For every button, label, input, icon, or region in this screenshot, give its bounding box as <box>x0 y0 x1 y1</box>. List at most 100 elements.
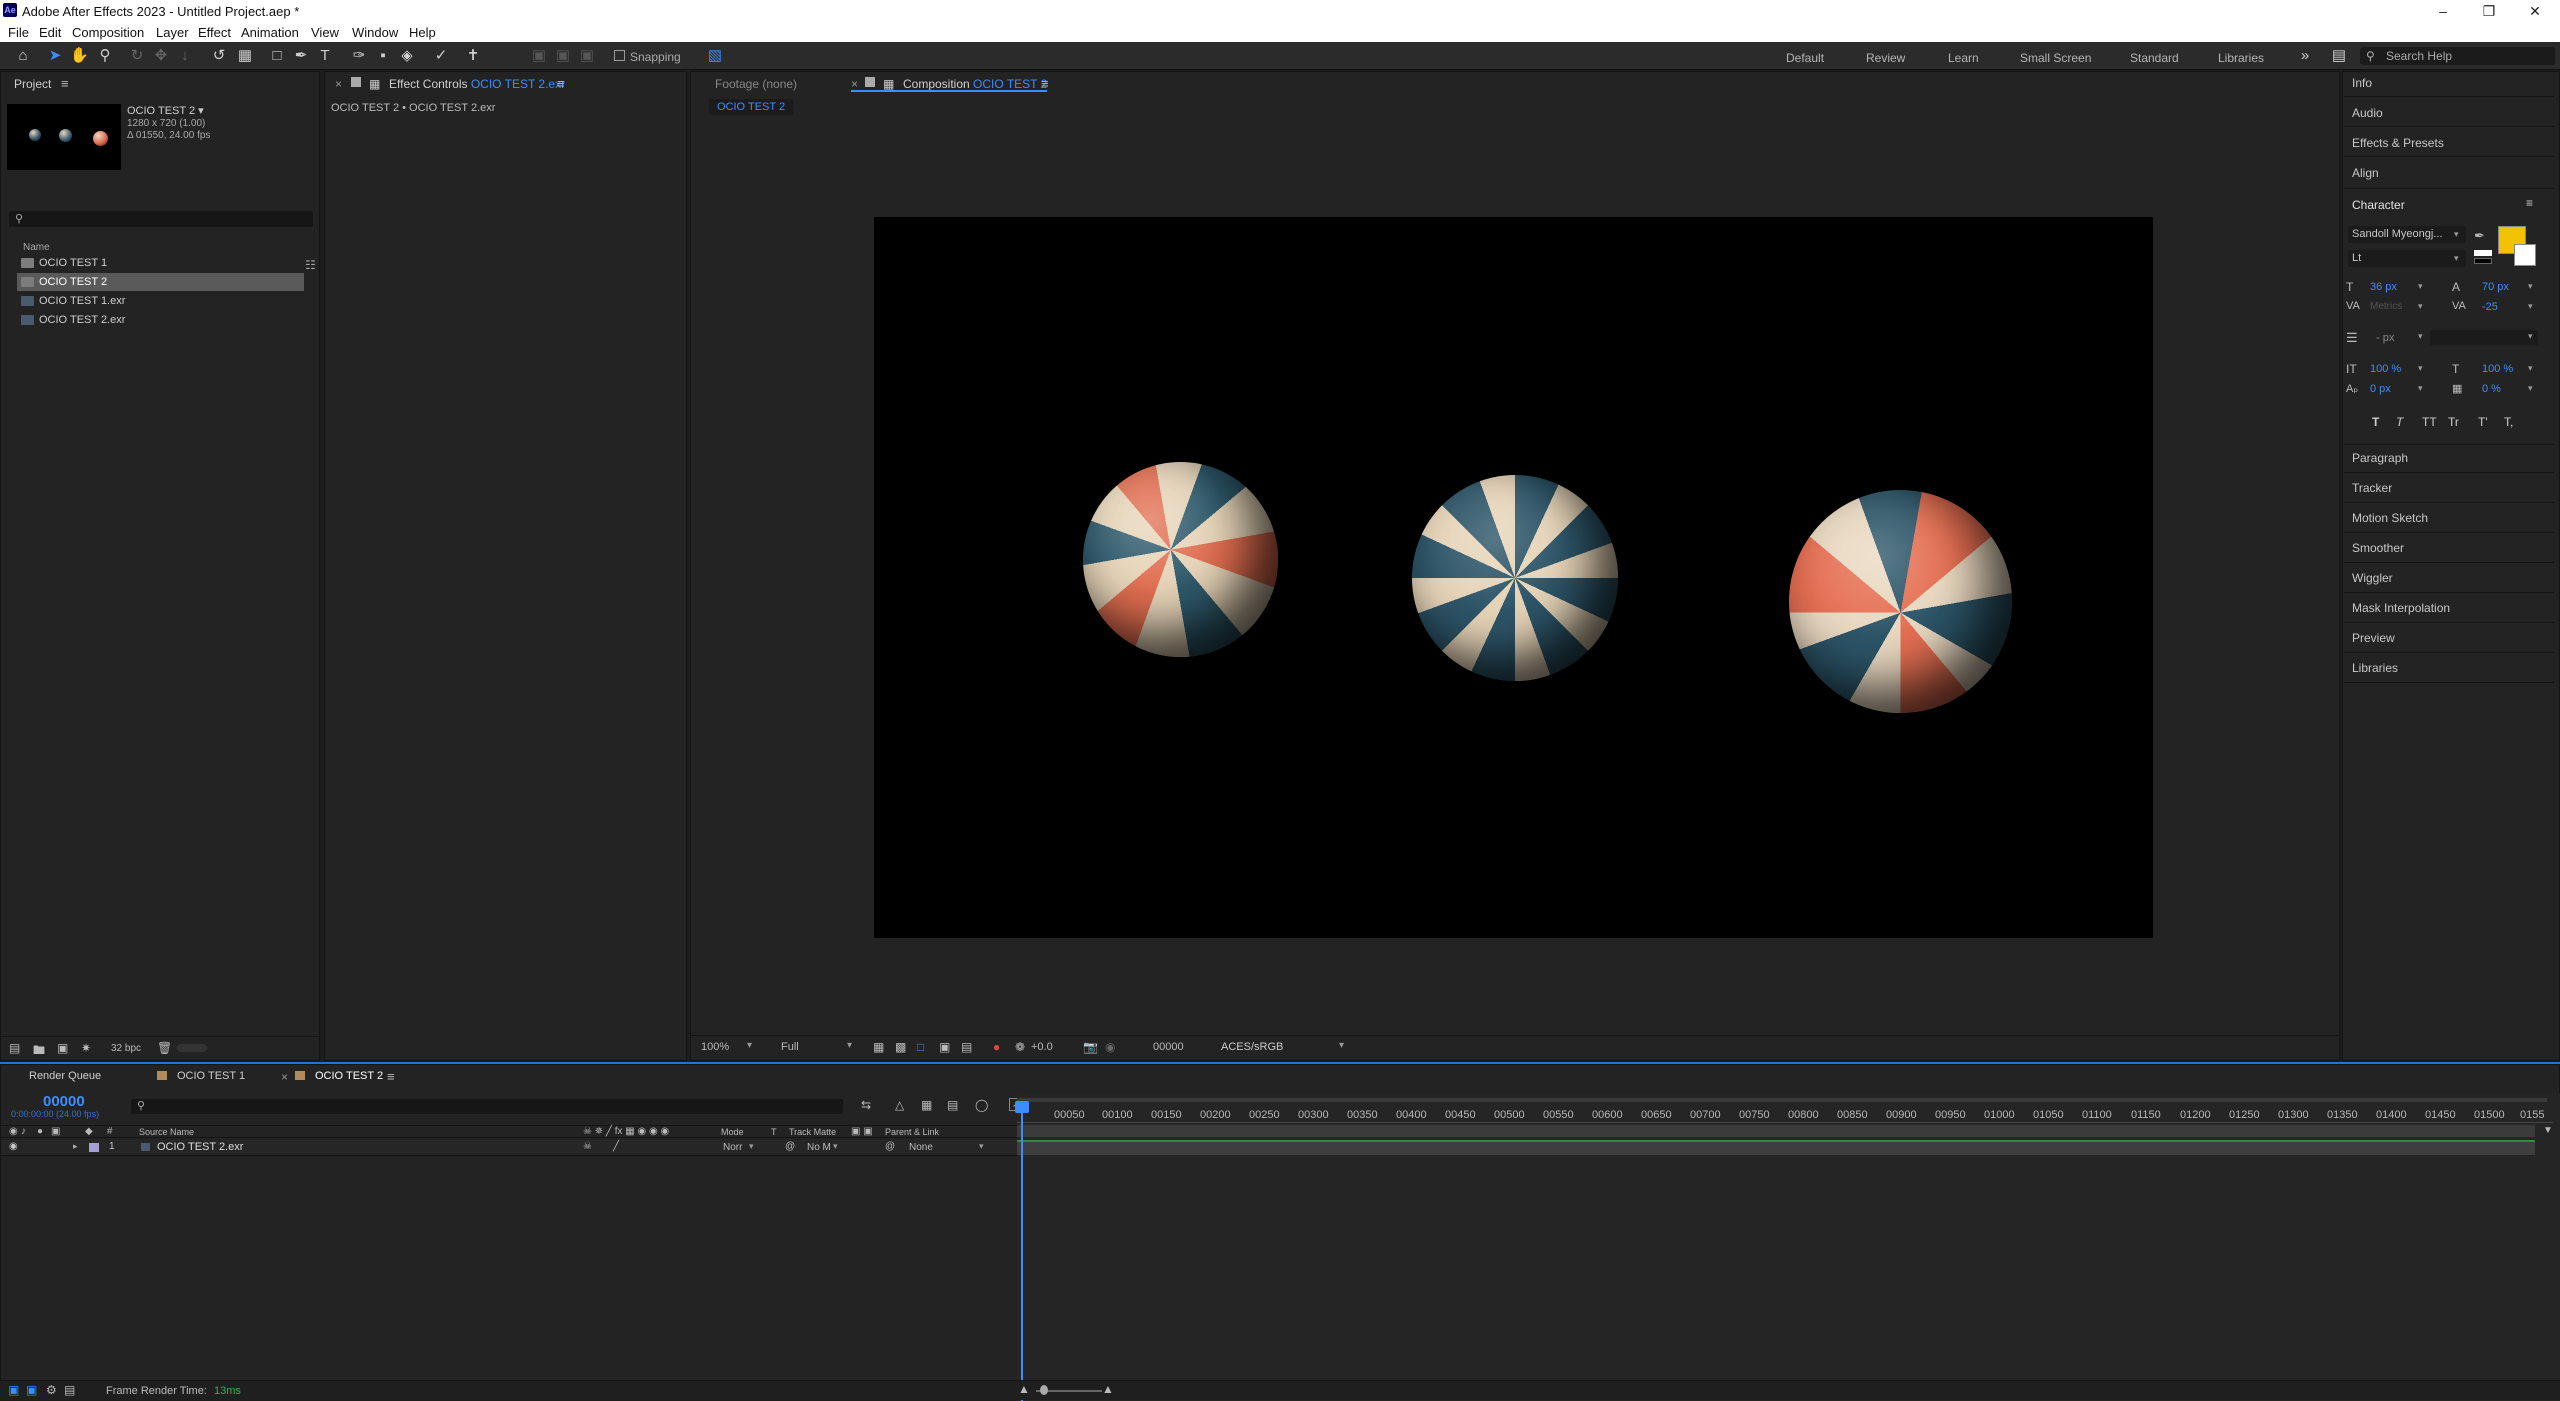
zoom-tool-icon[interactable]: ⚲ <box>96 47 114 65</box>
adjust-settings-icon[interactable]: ✷ <box>81 1041 91 1055</box>
tab-ocio-test-2[interactable]: OCIO TEST 2 <box>315 1070 383 1082</box>
viewer-timecode[interactable]: 00000 <box>1153 1041 1184 1053</box>
column-source-name[interactable]: Source Name <box>139 1127 194 1137</box>
bpc-indicator[interactable]: 32 bpc <box>111 1043 141 1054</box>
label-color-swatch[interactable] <box>89 1143 99 1152</box>
fast-previews-icon[interactable]: ▦ <box>873 1040 884 1054</box>
snap-options-icon[interactable]: ▧ <box>706 47 724 65</box>
all-caps-button[interactable]: TT <box>2422 415 2437 429</box>
zoom-out-icon[interactable]: ▲ <box>1018 1382 1030 1396</box>
tsume-value[interactable]: 0 % <box>2482 383 2501 395</box>
panel-menu-icon[interactable]: ≡ <box>1041 76 1049 91</box>
rotation-tool-icon[interactable]: ↺ <box>210 47 228 65</box>
stroke-width-value[interactable]: - px <box>2376 332 2394 344</box>
superscript-button[interactable]: T' <box>2478 415 2488 429</box>
lock-tab-icon[interactable] <box>351 77 361 87</box>
axis-world-icon[interactable]: ▣ <box>554 47 572 65</box>
zoom-dropdown[interactable]: 100% <box>701 1041 729 1053</box>
layer-row[interactable]: ◉ ▸ 1 OCIO TEST 2.exr ☠ ╱ Norr ▾ @ No M … <box>1 1140 1017 1156</box>
panel-info[interactable]: Info <box>2352 76 2372 90</box>
matte-pickwhip-icon[interactable]: @ <box>785 1141 795 1152</box>
column-track-matte[interactable]: Track Matte <box>789 1127 836 1137</box>
project-tab[interactable]: Project <box>14 77 51 91</box>
eye-icon[interactable]: ◉ <box>9 1141 18 1152</box>
motion-blur-icon[interactable]: ◯ <box>975 1098 988 1112</box>
rectangle-tool-icon[interactable]: □ <box>268 47 286 65</box>
composition-navigator-chip[interactable]: OCIO TEST 2 <box>709 99 793 115</box>
menu-edit[interactable]: Edit <box>39 25 61 40</box>
transparency-grid-icon[interactable]: ▩ <box>895 1040 906 1054</box>
menu-help[interactable]: Help <box>409 25 436 40</box>
in-out-toggle-icon[interactable]: ⚙ <box>46 1383 57 1397</box>
eyedropper-icon[interactable]: ✒ <box>2474 228 2485 244</box>
layer-name[interactable]: OCIO TEST 2.exr <box>157 1141 243 1153</box>
playhead-handle[interactable] <box>1015 1101 1029 1113</box>
panel-menu-icon[interactable]: ≡ <box>557 76 565 91</box>
parent-dropdown[interactable]: None <box>909 1142 933 1153</box>
channel-rgb-icon[interactable]: ● <box>993 1040 1000 1054</box>
column-parent-link[interactable]: Parent & Link <box>885 1127 939 1137</box>
orbit-camera-icon[interactable]: ↻ <box>128 47 146 65</box>
project-item-comp-2[interactable]: OCIO TEST 2 <box>17 273 304 291</box>
maximize-icon[interactable]: ❐ <box>2466 0 2512 22</box>
more-workspaces-icon[interactable]: » <box>2296 47 2314 65</box>
workspace-standard[interactable]: Standard <box>2130 51 2179 65</box>
vertical-scale-value[interactable]: 100 % <box>2370 363 2401 375</box>
thumbnail-size-slider[interactable] <box>177 1044 207 1052</box>
panel-paragraph[interactable]: Paragraph <box>2352 451 2408 465</box>
hand-tool-icon[interactable]: ✋ <box>70 47 89 65</box>
quality-switch-icon[interactable]: ╱ <box>613 1141 619 1152</box>
menu-effect[interactable]: Effect <box>198 25 231 40</box>
panel-smoother[interactable]: Smoother <box>2352 541 2404 555</box>
workspace-libraries[interactable]: Libraries <box>2218 51 2264 65</box>
exposure-value[interactable]: +0.0 <box>1031 1041 1053 1053</box>
panel-menu-icon[interactable]: ≡ <box>387 1069 395 1084</box>
set-white-swatch[interactable] <box>2474 250 2492 256</box>
work-area-bar[interactable] <box>1017 1098 2547 1102</box>
puppet-pin-icon[interactable]: ✝ <box>464 47 482 65</box>
footage-tab[interactable]: Footage (none) <box>715 77 797 91</box>
eraser-tool-icon[interactable]: ◈ <box>398 47 416 65</box>
baseline-shift-value[interactable]: 0 px <box>2370 383 2391 395</box>
clone-stamp-icon[interactable]: ▪ <box>374 47 392 65</box>
blend-mode-dropdown[interactable]: Norr <box>723 1142 742 1153</box>
panel-motion-sketch[interactable]: Motion Sketch <box>2352 511 2428 525</box>
reset-exposure-icon[interactable]: ❁ <box>1015 1040 1025 1054</box>
panel-preview[interactable]: Preview <box>2352 631 2395 645</box>
flowchart-icon[interactable]: ☷ <box>305 258 316 272</box>
menu-window[interactable]: Window <box>352 25 398 40</box>
hide-shy-layers-icon[interactable]: ▦ <box>921 1098 932 1112</box>
panel-menu-icon[interactable]: ≡ <box>61 76 69 91</box>
axis-view-icon[interactable]: ▣ <box>578 47 596 65</box>
close-icon[interactable]: ✕ <box>2512 0 2558 22</box>
close-tab-icon[interactable]: × <box>851 77 858 91</box>
font-size-value[interactable]: 36 px <box>2370 281 2397 293</box>
draft-3d-icon[interactable]: △ <box>895 1098 904 1112</box>
type-tool-icon[interactable]: T <box>316 47 334 65</box>
panel-menu-icon[interactable]: ≡ <box>2526 196 2533 210</box>
close-tab-icon[interactable]: × <box>335 77 342 91</box>
show-snapshot-icon[interactable]: ◉ <box>1105 1040 1115 1054</box>
font-family-dropdown[interactable]: Sandoll Myeongj... <box>2348 226 2466 243</box>
mask-visibility-icon[interactable]: □ <box>917 1040 924 1054</box>
tracking-value[interactable]: -25 <box>2482 301 2498 313</box>
kerning-value[interactable]: Metrics <box>2370 301 2402 312</box>
anchor-point-icon[interactable]: ▦ <box>236 47 254 65</box>
column-t[interactable]: T <box>771 1127 777 1137</box>
panel-wiggler[interactable]: Wiggler <box>2352 571 2393 585</box>
new-composition-icon[interactable]: ▣ <box>57 1041 68 1055</box>
panel-tracker[interactable]: Tracker <box>2352 481 2392 495</box>
delete-icon[interactable]: 🗑 <box>157 1041 172 1055</box>
small-caps-button[interactable]: Tr <box>2448 415 2459 429</box>
menu-file[interactable]: File <box>8 25 29 40</box>
zoom-in-icon[interactable]: ▲ <box>1102 1382 1114 1396</box>
close-tab-icon[interactable]: × <box>281 1070 288 1084</box>
tab-ocio-test-1[interactable]: OCIO TEST 1 <box>177 1070 245 1082</box>
leading-value[interactable]: 70 px <box>2482 281 2509 293</box>
font-style-dropdown[interactable]: Lt <box>2348 250 2466 267</box>
horizontal-scale-value[interactable]: 100 % <box>2482 363 2513 375</box>
comp-mini-flowchart-icon[interactable]: ⇆ <box>861 1098 871 1112</box>
minimize-icon[interactable]: – <box>2420 0 2466 22</box>
panel-libraries[interactable]: Libraries <box>2352 661 2398 675</box>
project-item-exr-1[interactable]: OCIO TEST 1.exr <box>17 292 304 310</box>
